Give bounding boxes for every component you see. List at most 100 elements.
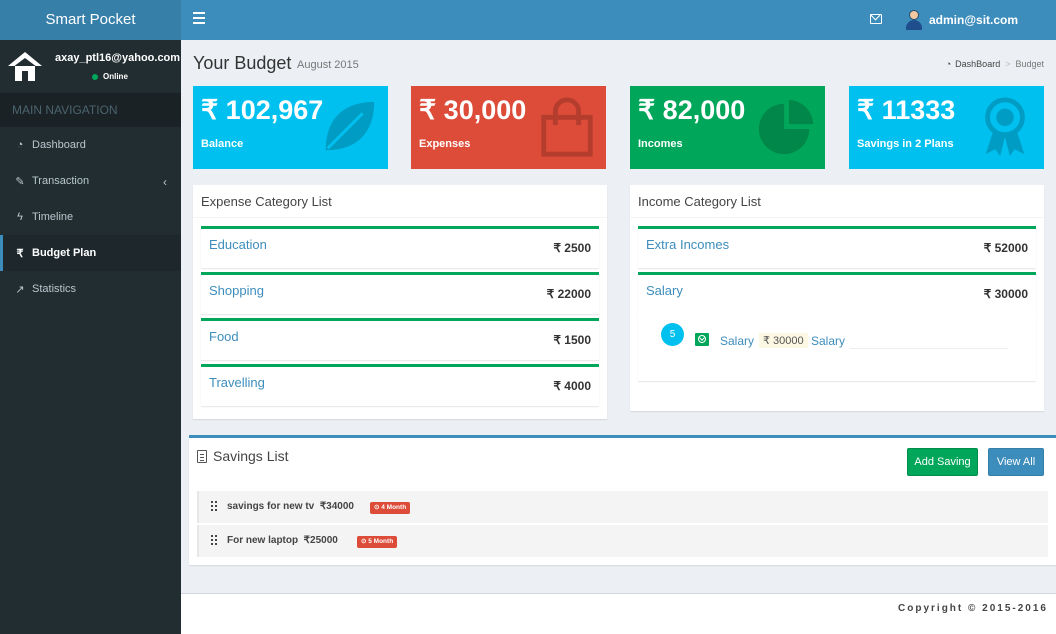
copyright-text: Copyright © 2015-2016: [898, 603, 1048, 614]
category-name: Food: [209, 329, 239, 344]
sidebar-item-statistics[interactable]: ↗ Statistics: [0, 271, 181, 307]
chevron-left-icon: ‹: [163, 175, 167, 189]
pencil-icon: ✎: [15, 175, 25, 188]
category-name: Shopping: [209, 283, 264, 298]
expenses-infobox: ₹ 30,000 Expenses: [411, 86, 606, 169]
expenses-label: Expenses: [419, 138, 471, 150]
leaf-icon: [325, 101, 375, 151]
expense-category-title: Expense Category List: [201, 194, 332, 209]
online-status: Online: [92, 72, 128, 81]
award-ribbon-icon: [985, 97, 1025, 157]
sidebar: axay_ptl16@yahoo.com Online MAIN NAVIGAT…: [0, 40, 181, 634]
balance-label: Balance: [201, 138, 244, 150]
savings-title-text: Savings List: [213, 448, 289, 464]
top-navbar: admin@sit.com: [181, 0, 1056, 40]
mail-icon[interactable]: [870, 14, 882, 24]
category-amount: ₹ 2500: [553, 241, 591, 255]
savings-box: Savings List Add Saving View All savings…: [189, 435, 1056, 565]
income-category-item[interactable]: Salary ₹ 30000: [638, 272, 1036, 314]
timeline-item-name[interactable]: Salary: [720, 334, 754, 348]
add-saving-button[interactable]: Add Saving: [907, 448, 978, 476]
page-subtitle: August 2015: [297, 59, 359, 71]
app-logo[interactable]: Smart Pocket: [0, 0, 181, 40]
expense-category-item[interactable]: Education ₹ 2500: [201, 226, 599, 268]
timeline-item-description: Salary: [811, 334, 846, 348]
divider: [193, 217, 607, 218]
pie-chart-icon: [758, 99, 814, 155]
savings-infobox: ₹ 11333 Savings in 2 Plans: [849, 86, 1044, 169]
savings-item-text: For new laptop ₹25000: [227, 535, 338, 546]
category-amount: ₹ 4000: [553, 379, 591, 393]
category-name: Salary: [646, 283, 683, 298]
rupee-icon: ₹: [16, 247, 24, 260]
income-category-item[interactable]: Extra Incomes ₹ 52000: [638, 226, 1036, 268]
line-chart-icon: ↗: [15, 283, 25, 296]
sidebar-item-label: Transaction: [32, 175, 90, 187]
sidebar-item-budget-plan[interactable]: ₹ Budget Plan: [0, 235, 181, 271]
page-title: Your Budget: [193, 53, 292, 73]
user-panel: axay_ptl16@yahoo.com Online: [0, 40, 181, 93]
income-category-title: Income Category List: [638, 194, 761, 209]
category-amount: ₹ 52000: [983, 241, 1028, 255]
dashboard-icon: ◔: [945, 59, 952, 69]
expense-category-item[interactable]: Shopping ₹ 22000: [201, 272, 599, 314]
sidebar-item-dashboard[interactable]: ◔ Dashboard: [0, 127, 181, 163]
status-dot-icon: [92, 73, 98, 80]
savings-item-amount: ₹34000: [319, 501, 354, 512]
sidebar-item-label: Statistics: [32, 283, 77, 295]
expense-category-box: Expense Category List Education ₹ 2500 S…: [193, 185, 607, 419]
menu-toggle-icon[interactable]: [193, 12, 205, 28]
user-menu[interactable]: admin@sit.com: [905, 9, 1018, 31]
divider: [850, 348, 1008, 349]
sidebar-item-label: Budget Plan: [32, 247, 97, 259]
divider: [630, 217, 1044, 218]
drag-handle-icon[interactable]: [211, 535, 219, 545]
nav-header: MAIN NAVIGATION: [0, 93, 181, 127]
savings-item-text: savings for new tv ₹34000: [227, 501, 354, 512]
balance-amount: ₹ 102,967: [201, 95, 324, 125]
income-timeline-panel: 5 Salary ₹ 30000 Salary: [638, 314, 1036, 381]
duration-badge: ⊙ 4 Month: [370, 502, 411, 514]
savings-title: Savings List: [197, 448, 288, 464]
sidebar-item-timeline[interactable]: ϟ Timeline: [0, 199, 181, 235]
category-name: Travelling: [209, 375, 265, 390]
user-name: admin@sit.com: [929, 13, 1019, 27]
user-avatar-icon: [905, 10, 923, 30]
footer: Copyright © 2015-2016: [181, 593, 1056, 634]
home-icon: [8, 52, 42, 82]
savings-list-item[interactable]: savings for new tv ₹34000 ⊙ 4 Month: [197, 491, 1048, 523]
incomes-label: Incomes: [638, 138, 683, 150]
view-all-button[interactable]: View All: [988, 448, 1044, 476]
category-name: Extra Incomes: [646, 237, 730, 252]
breadcrumb-separator: >: [1005, 59, 1011, 69]
savings-amount: ₹ 11333: [857, 95, 956, 125]
sidebar-item-label: Dashboard: [32, 139, 86, 151]
timeline-badge: 5: [661, 323, 684, 346]
user-email: axay_ptl16@yahoo.com: [55, 52, 181, 64]
incomes-amount: ₹ 82,000: [638, 95, 746, 125]
shopping-bag-icon: [541, 97, 593, 157]
savings-item-amount: ₹25000: [303, 535, 338, 546]
download-circle-icon: [695, 333, 709, 346]
breadcrumb-home[interactable]: DashBoard: [955, 59, 1000, 69]
sidebar-item-transaction[interactable]: ✎ Transaction ‹: [0, 163, 181, 199]
category-amount: ₹ 30000: [983, 287, 1028, 301]
category-amount: ₹ 1500: [553, 333, 591, 347]
timeline-item-amount: ₹ 30000: [759, 333, 808, 348]
bolt-icon: ϟ: [17, 211, 23, 223]
sidebar-item-label: Timeline: [32, 211, 74, 223]
savings-list-item[interactable]: For new laptop ₹25000 ⊙ 5 Month: [197, 525, 1048, 557]
duration-badge: ⊙ 5 Month: [357, 536, 398, 548]
incomes-infobox: ₹ 82,000 Incomes: [630, 86, 825, 169]
breadcrumb: ◔ DashBoard > Budget: [946, 59, 1044, 69]
savings-label: Savings in 2 Plans: [857, 138, 954, 150]
drag-handle-icon[interactable]: [211, 501, 219, 511]
expenses-amount: ₹ 30,000: [419, 95, 527, 125]
savings-item-name: For new laptop: [227, 535, 299, 546]
expense-category-item[interactable]: Food ₹ 1500: [201, 318, 599, 360]
balance-infobox: ₹ 102,967 Balance: [193, 86, 388, 169]
category-name: Education: [209, 237, 267, 252]
expense-category-item[interactable]: Travelling ₹ 4000: [201, 364, 599, 406]
category-amount: ₹ 22000: [546, 287, 591, 301]
savings-item-name: savings for new tv: [227, 501, 315, 512]
